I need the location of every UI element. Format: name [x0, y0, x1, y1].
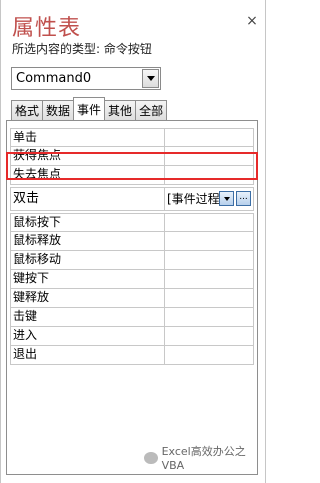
property-row[interactable]: 鼠标释放	[10, 232, 254, 251]
property-name: 进入	[10, 327, 164, 346]
property-name: 击键	[10, 308, 164, 327]
property-row[interactable]: 击键	[10, 308, 254, 327]
property-name: 键按下	[10, 270, 164, 289]
property-value[interactable]	[164, 346, 254, 365]
property-name: 双击	[10, 187, 164, 211]
property-value-text[interactable]: [事件过程]	[167, 191, 224, 208]
tab-all[interactable]: 全部	[135, 100, 168, 120]
property-value[interactable]	[164, 128, 254, 147]
watermark: Excel高效办公之VBA	[144, 443, 265, 472]
property-value[interactable]	[164, 327, 254, 346]
property-value[interactable]	[164, 270, 254, 289]
wechat-icon	[144, 451, 158, 464]
watermark-text: Excel高效办公之VBA	[161, 445, 246, 472]
property-row[interactable]: 进入	[10, 327, 254, 346]
property-value[interactable]	[164, 289, 254, 308]
property-name: 鼠标释放	[10, 232, 164, 251]
close-icon[interactable]: ×	[245, 13, 259, 29]
pane-title: 属性表	[12, 16, 82, 41]
tab-strip: 格式 数据 事件 其他 全部	[11, 97, 168, 120]
property-sheet-pane: 属性表 × 所选内容的类型: 命令按钮 Command0 格式 数据 事件 其他…	[0, 0, 266, 483]
property-row[interactable]: 键释放	[10, 289, 254, 308]
object-selector-value: Command0	[16, 71, 92, 86]
property-value[interactable]	[164, 308, 254, 327]
chevron-down-icon[interactable]	[219, 191, 234, 206]
property-grid: 单击 获得焦点 失去焦点 双击 [事件过程] ... 鼠标按下 鼠标释放 鼠标移…	[10, 128, 254, 365]
selection-type-prefix: 所选内容的类型:	[12, 42, 104, 56]
object-selector[interactable]: Command0	[11, 67, 161, 90]
property-name: 鼠标移动	[10, 251, 164, 270]
property-value[interactable]	[164, 147, 254, 166]
property-name: 单击	[10, 128, 164, 147]
chevron-down-icon[interactable]	[142, 69, 159, 88]
property-row[interactable]: 鼠标按下	[10, 213, 254, 232]
property-row[interactable]: 获得焦点	[10, 147, 254, 166]
tab-other[interactable]: 其他	[104, 100, 137, 120]
tab-format[interactable]: 格式	[11, 100, 44, 120]
property-name: 鼠标按下	[10, 213, 164, 232]
property-row[interactable]: 单击	[10, 128, 254, 147]
property-value[interactable]	[164, 213, 254, 232]
property-name: 获得焦点	[10, 147, 164, 166]
property-value-editor[interactable]: [事件过程] ...	[164, 187, 254, 211]
selection-type-label: 所选内容的类型: 命令按钮	[12, 40, 152, 57]
tab-event[interactable]: 事件	[73, 97, 106, 120]
property-row[interactable]: 鼠标移动	[10, 251, 254, 270]
selection-type-value: 命令按钮	[103, 42, 152, 56]
property-value[interactable]	[164, 251, 254, 270]
property-name: 键释放	[10, 289, 164, 308]
property-value[interactable]	[164, 232, 254, 251]
build-button[interactable]: ...	[236, 191, 251, 206]
property-row[interactable]: 键按下	[10, 270, 254, 289]
property-row[interactable]: 失去焦点	[10, 166, 254, 185]
property-name: 失去焦点	[10, 166, 164, 185]
property-name: 退出	[10, 346, 164, 365]
property-row-selected[interactable]: 双击 [事件过程] ...	[10, 187, 254, 211]
property-value[interactable]	[164, 166, 254, 185]
tab-data[interactable]: 数据	[42, 100, 75, 120]
property-row[interactable]: 退出	[10, 346, 254, 365]
